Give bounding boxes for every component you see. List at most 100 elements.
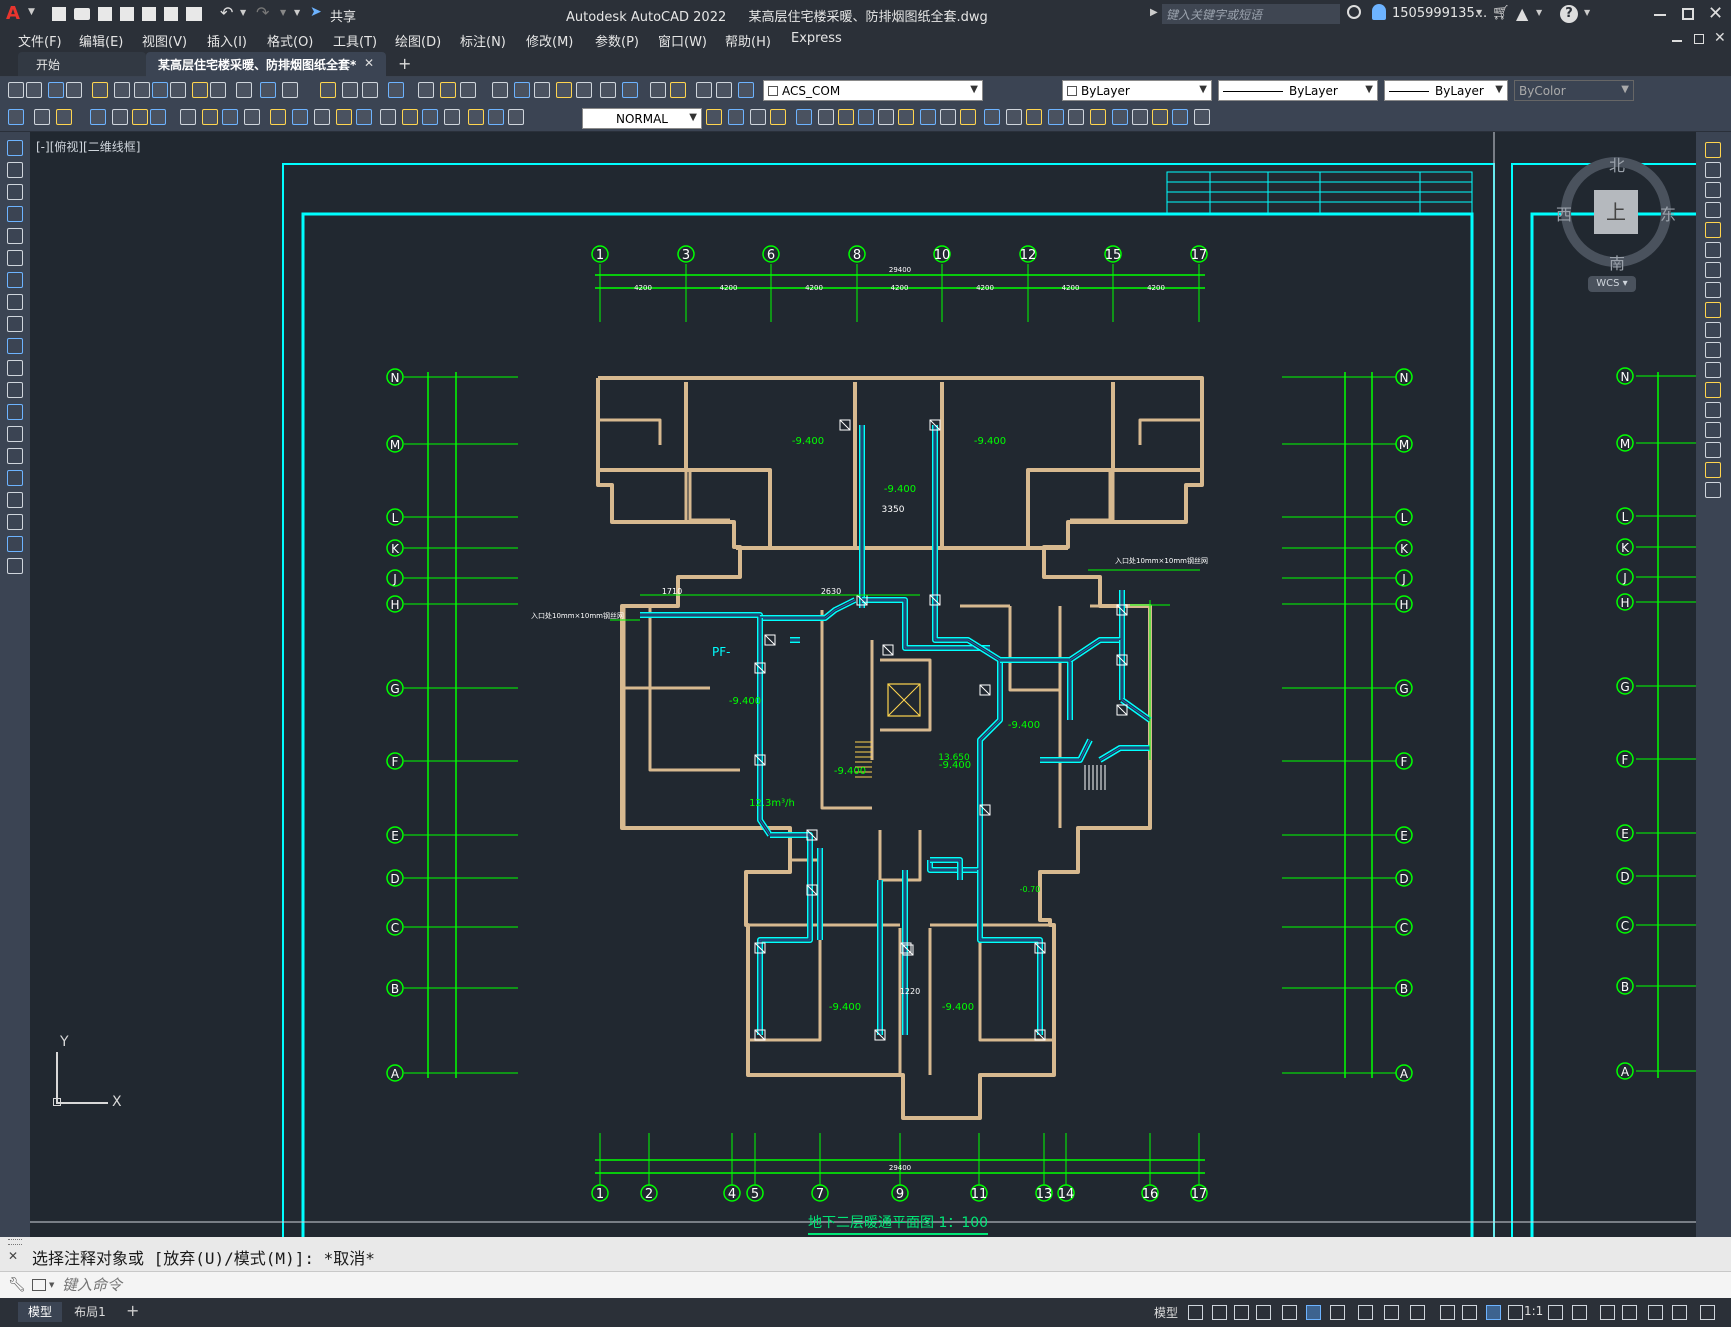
menu-view[interactable]: 视图(V) [142, 31, 187, 50]
dim-aligned-icon[interactable] [1026, 109, 1042, 125]
layer-previous-icon[interactable] [738, 82, 754, 98]
lineweight-icon[interactable] [1384, 1305, 1399, 1320]
table-icon[interactable] [7, 514, 23, 530]
annotation-scale[interactable]: 1:1 [1524, 1304, 1543, 1318]
new-file-icon[interactable] [52, 7, 66, 21]
toolpalette-icon[interactable] [460, 82, 476, 98]
tab-layout1[interactable]: 布局1 [66, 1302, 114, 1322]
command-grip-icon[interactable] [8, 1239, 22, 1245]
dim-style-icon[interactable] [468, 109, 484, 125]
copy-tool-icon[interactable] [1705, 162, 1721, 178]
search-expand-icon[interactable]: ▶ [1150, 7, 1158, 18]
cut-icon[interactable] [152, 82, 168, 98]
workspace-icon[interactable] [1548, 1305, 1563, 1320]
color-combo[interactable]: ByLayer ▼ [1062, 80, 1212, 101]
array-tool-icon[interactable] [1705, 222, 1721, 238]
mtext-icon[interactable] [7, 536, 23, 552]
explode-tool-icon[interactable] [1705, 482, 1721, 498]
layer-freeze-icon[interactable] [622, 82, 638, 98]
wcs-button[interactable]: WCS ▾ [1588, 276, 1636, 292]
save-web-icon[interactable] [164, 7, 178, 21]
qnew-icon[interactable] [8, 82, 24, 98]
trim-icon[interactable] [858, 109, 874, 125]
model-space-toggle[interactable]: 模型 [1154, 1304, 1178, 1321]
layer-properties-icon[interactable] [576, 82, 592, 98]
infer-icon[interactable] [1234, 1305, 1249, 1320]
viewcube-east[interactable]: 东 [1660, 201, 1676, 225]
doc-minimize-icon[interactable] [1672, 40, 1682, 42]
osnap-track-icon[interactable] [1330, 1305, 1345, 1320]
save-icon[interactable] [48, 82, 64, 98]
search-input[interactable]: 键入关键字或短语 [1162, 4, 1340, 24]
rectangle-icon[interactable] [7, 228, 23, 244]
isodraft-icon[interactable] [1306, 1305, 1321, 1320]
qdim-icon[interactable] [202, 109, 218, 125]
search-icon[interactable] [1347, 5, 1361, 19]
menu-express[interactable]: Express [791, 31, 842, 46]
zoom-previous-icon[interactable] [388, 82, 404, 98]
redo-dropdown-icon[interactable]: ▼ [280, 8, 286, 17]
open-file-icon[interactable] [74, 8, 90, 20]
polar-icon[interactable] [1282, 1305, 1297, 1320]
break-tool-icon[interactable] [1705, 382, 1721, 398]
annotation-monitor-icon[interactable] [1572, 1305, 1587, 1320]
drawing-canvas[interactable]: [-][俯视][二维线框] 29400 29400 4200 4200 4200 4200… [30, 132, 1696, 1237]
redo-icon[interactable]: ↷ [256, 3, 269, 22]
copy-icon[interactable] [170, 82, 186, 98]
autocad-logo-icon[interactable]: A [6, 3, 26, 25]
lineweight-combo[interactable]: ByLayer ▼ [1384, 80, 1508, 101]
sheetset-icon[interactable] [492, 82, 508, 98]
save-as-icon[interactable] [120, 7, 134, 21]
minimize-icon[interactable] [1654, 14, 1666, 16]
doc-restore-icon[interactable] [1694, 34, 1704, 44]
dim-linear-icon[interactable] [1006, 109, 1022, 125]
user-dropdown-icon[interactable]: ▼ [1476, 8, 1482, 17]
help-icon[interactable]: ? [1560, 5, 1578, 23]
tab-drawing[interactable]: 某高层住宅楼采暖、防排烟图纸全套* [146, 52, 386, 77]
gradient-icon[interactable] [7, 470, 23, 486]
menu-help[interactable]: 帮助(H) [725, 31, 771, 50]
plotstyle-combo[interactable]: ByColor ▼ [1514, 80, 1634, 101]
break-point-icon[interactable] [1705, 362, 1721, 378]
dimstyle-combo[interactable]: NORMAL ▼ [582, 108, 702, 129]
viewcube-west[interactable]: 西 [1556, 201, 1572, 225]
ellipse-icon[interactable] [7, 338, 23, 354]
copy-obj-icon[interactable] [508, 109, 524, 125]
array-icon[interactable] [750, 109, 766, 125]
layer-lock-icon[interactable] [650, 82, 666, 98]
dim-baseline-icon[interactable] [1194, 109, 1210, 125]
autodesk-app-dropdown-icon[interactable]: ▼ [1536, 8, 1542, 17]
blend-tool-icon[interactable] [1705, 462, 1721, 478]
dim-jogged-icon[interactable] [132, 109, 148, 125]
ellipse-arc-icon[interactable] [7, 360, 23, 376]
undo-icon[interactable]: ↶ [220, 3, 233, 22]
dim-arc-icon[interactable] [1048, 109, 1064, 125]
preview-icon[interactable] [92, 82, 108, 98]
command-customize-icon[interactable]: 🔧︎ [8, 1277, 26, 1293]
trim-tool-icon[interactable] [1705, 322, 1721, 338]
user-icon[interactable] [1372, 4, 1386, 20]
spline-icon[interactable] [7, 316, 23, 332]
add-selected-icon[interactable] [7, 558, 23, 574]
command-recent-icon[interactable] [32, 1279, 46, 1291]
undo-dropdown-icon[interactable]: ▼ [240, 8, 246, 17]
dimedit-icon[interactable] [402, 109, 418, 125]
command-close-icon[interactable]: ✕ [8, 1249, 18, 1263]
isolate-icon[interactable] [1672, 1305, 1687, 1320]
tab-start[interactable]: 开始 [18, 52, 146, 76]
extend-icon[interactable] [878, 109, 894, 125]
dimtedit-icon[interactable] [422, 109, 438, 125]
cart-icon[interactable]: 🛒︎ [1492, 5, 1510, 21]
quick-props-icon[interactable] [1622, 1305, 1637, 1320]
menu-dimension[interactable]: 标注(N) [460, 31, 506, 50]
blockedit-icon[interactable] [236, 82, 252, 98]
polyline-icon[interactable] [7, 184, 23, 200]
dim-ordinate-icon[interactable] [90, 109, 106, 125]
lock-ui-icon[interactable] [1648, 1305, 1663, 1320]
3dosnap-icon[interactable] [1462, 1305, 1477, 1320]
command-recent-dropdown-icon[interactable]: ▼ [49, 1281, 54, 1289]
menu-tools[interactable]: 工具(T) [333, 31, 377, 50]
tab-close-icon[interactable]: ✕ [364, 56, 374, 70]
share-icon[interactable]: ➤ [310, 4, 322, 20]
offset-icon[interactable] [728, 109, 744, 125]
